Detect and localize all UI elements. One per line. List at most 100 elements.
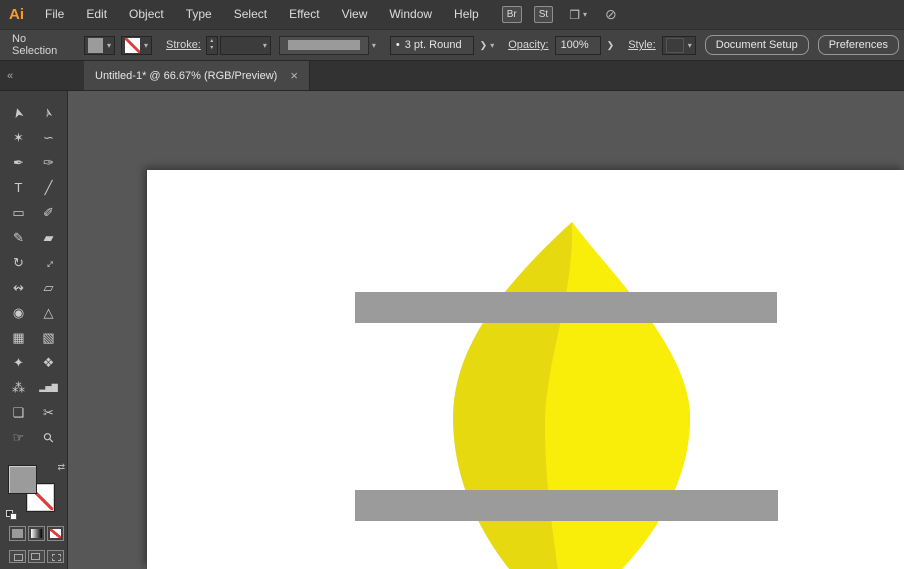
stroke-weight-stepper[interactable]: ▴ ▾ [206, 36, 218, 55]
default-stroke-mini [10, 513, 17, 520]
none-button[interactable] [47, 526, 64, 541]
width-profile-preview [288, 40, 360, 50]
perspective-grid-tool[interactable]: △ [34, 300, 64, 325]
chevron-down-icon: ▾ [490, 41, 494, 50]
symbol-sprayer-tool[interactable]: ⁂ [4, 375, 34, 400]
chevron-down-icon: ▾ [583, 10, 587, 19]
color-button-swatch [12, 529, 23, 538]
stepper-down-icon: ▾ [210, 45, 213, 52]
toolbar-collapse-zone: « [0, 61, 70, 90]
tools-grid: ➤ ➢ ✶ ∽ ✒ ✑ T ╱ ▭ ✐ ✎ ▰ ↻ ↔ ↭ ▱ ◉ △ ▦ ▧ … [0, 100, 67, 450]
paintbrush-tool[interactable]: ✐ [34, 200, 64, 225]
selection-tool[interactable]: ➤ [4, 100, 34, 125]
chevron-down-icon: ▾ [372, 41, 376, 50]
chevron-down-icon: ▾ [688, 41, 692, 50]
pasteboard[interactable] [68, 91, 904, 569]
stroke-color-dropdown[interactable]: ▾ [121, 36, 152, 55]
menu-type[interactable]: Type [175, 0, 223, 29]
document-tab-title: Untitled-1* @ 66.67% (RGB/Preview) [95, 70, 277, 82]
free-transform-tool[interactable]: ▱ [34, 275, 64, 300]
scale-tool[interactable]: ↔ [34, 250, 64, 275]
chevron-right-icon[interactable]: ❯ [480, 40, 488, 51]
gray-bar-bottom[interactable] [355, 490, 778, 521]
chevron-down-icon: ▾ [144, 41, 148, 50]
gray-bar-top[interactable] [355, 292, 777, 323]
stroke-none-icon [125, 38, 140, 53]
gradient-icon [31, 529, 42, 538]
workspace-switcher[interactable]: ❐ ▾ [569, 8, 587, 22]
magic-wand-tool[interactable]: ✶ [4, 125, 34, 150]
menu-help[interactable]: Help [443, 0, 490, 29]
tools-panel: ➤ ➢ ✶ ∽ ✒ ✑ T ╱ ▭ ✐ ✎ ▰ ↻ ↔ ↭ ▱ ◉ △ ▦ ▧ … [0, 91, 68, 569]
illustrator-logo-icon: Ai [9, 6, 24, 23]
curvature-tool[interactable]: ✑ [34, 150, 64, 175]
opacity-input[interactable]: 100% [555, 36, 601, 55]
gradient-tool[interactable]: ▧ [34, 325, 64, 350]
eyedropper-tool[interactable]: ✦ [4, 350, 34, 375]
chevron-right-icon[interactable]: ❯ [607, 40, 615, 51]
line-segment-tool[interactable]: ╱ [34, 175, 64, 200]
column-graph-tool[interactable]: ▂▅▇ [34, 375, 64, 400]
chevron-down-icon: ▾ [263, 41, 267, 50]
artboard-tool[interactable]: ❏ [4, 400, 34, 425]
fill-stroke-indicator: ⇄ [9, 464, 63, 512]
chevron-down-icon: ▾ [107, 41, 111, 50]
menu-bar: Ai File Edit Object Type Select Effect V… [0, 0, 904, 29]
hand-tool[interactable]: ☞ [4, 425, 34, 450]
menu-edit[interactable]: Edit [75, 0, 118, 29]
stock-button[interactable]: St [534, 6, 553, 23]
menu-select[interactable]: Select [223, 0, 278, 29]
pencil-tool[interactable]: ✎ [4, 225, 34, 250]
document-tab[interactable]: Untitled-1* @ 66.67% (RGB/Preview) × [84, 61, 310, 90]
style-swatch-icon [666, 38, 684, 53]
document-setup-button[interactable]: Document Setup [705, 35, 809, 55]
width-tool[interactable]: ↭ [4, 275, 34, 300]
lasso-tool[interactable]: ∽ [34, 125, 64, 150]
mesh-tool[interactable]: ▦ [4, 325, 34, 350]
menu-effect[interactable]: Effect [278, 0, 330, 29]
default-fill-stroke-icon[interactable] [6, 510, 18, 520]
rectangle-tool[interactable]: ▭ [4, 200, 34, 225]
menu-view[interactable]: View [331, 0, 379, 29]
menu-object[interactable]: Object [118, 0, 175, 29]
selection-status: No Selection [12, 33, 68, 57]
drawing-mode-buttons [9, 550, 67, 563]
direct-selection-tool[interactable]: ➢ [34, 100, 64, 125]
swap-fill-stroke-icon[interactable]: ⇄ [57, 462, 65, 473]
fill-swatch[interactable] [9, 466, 36, 493]
rotate-tool[interactable]: ↻ [4, 250, 34, 275]
collapse-panel-icon[interactable]: « [7, 70, 13, 82]
eraser-tool[interactable]: ▰ [34, 225, 64, 250]
bridge-button[interactable]: Br [502, 6, 522, 23]
pen-tool[interactable]: ✒ [4, 150, 34, 175]
close-icon[interactable]: × [290, 69, 298, 82]
style-panel-link[interactable]: Style: [628, 39, 656, 51]
stroke-panel-link[interactable]: Stroke: [166, 39, 201, 51]
style-dropdown[interactable]: ▾ [662, 36, 696, 55]
shape-builder-tool[interactable]: ◉ [4, 300, 34, 325]
width-profile-dropdown[interactable] [279, 36, 369, 55]
draw-behind-button[interactable] [28, 550, 45, 563]
menu-file[interactable]: File [34, 0, 75, 29]
gpu-performance-icon[interactable]: ⊘ [605, 6, 617, 23]
brush-definition-value: 3 pt. Round [405, 39, 462, 51]
blend-tool[interactable]: ❖ [34, 350, 64, 375]
preferences-button[interactable]: Preferences [818, 35, 899, 55]
stroke-weight-dropdown[interactable]: ▾ [220, 36, 271, 55]
draw-inside-button[interactable] [47, 550, 64, 563]
color-button[interactable] [9, 526, 26, 541]
draw-normal-button[interactable] [9, 550, 26, 563]
document-tab-bar: « Untitled-1* @ 66.67% (RGB/Preview) × [0, 61, 904, 91]
brush-preview-icon: • [396, 39, 400, 51]
artboard[interactable] [147, 170, 904, 569]
menu-window[interactable]: Window [378, 0, 443, 29]
type-tool[interactable]: T [4, 175, 34, 200]
brush-definition-dropdown[interactable]: • 3 pt. Round [390, 36, 474, 55]
zoom-tool[interactable]: ⚲ [34, 425, 64, 450]
slice-tool[interactable]: ✂ [34, 400, 64, 425]
opacity-panel-link[interactable]: Opacity: [508, 39, 548, 51]
fill-color-dropdown[interactable]: ▾ [84, 36, 115, 55]
workspace-icon: ❐ [569, 8, 580, 22]
gradient-button[interactable] [28, 526, 45, 541]
stepper-up-icon: ▴ [210, 38, 213, 45]
